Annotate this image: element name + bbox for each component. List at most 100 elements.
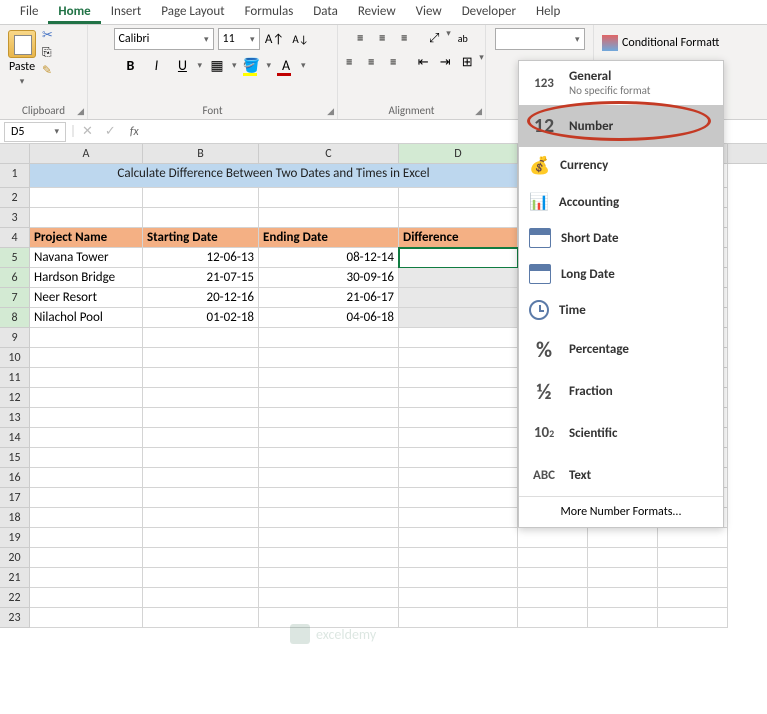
cell[interactable]	[143, 348, 259, 368]
wrap-text-button[interactable]: ab	[453, 28, 473, 48]
fill-color-button[interactable]: 🪣	[241, 54, 263, 76]
row-header[interactable]: 19	[0, 528, 30, 548]
data-cell[interactable]	[399, 308, 518, 328]
cell[interactable]	[143, 528, 259, 548]
data-cell[interactable]: Neer Resort	[30, 288, 143, 308]
cell[interactable]	[259, 508, 399, 528]
row-header[interactable]: 10	[0, 348, 30, 368]
row-header[interactable]: 15	[0, 448, 30, 468]
cell[interactable]	[259, 448, 399, 468]
border-button[interactable]: ▦	[206, 54, 228, 76]
cell[interactable]	[518, 608, 588, 628]
row-header[interactable]: 14	[0, 428, 30, 448]
data-cell[interactable]: 08-12-14	[259, 248, 399, 268]
tab-review[interactable]: Review	[348, 0, 406, 24]
data-cell[interactable]: Hardson Bridge	[30, 268, 143, 288]
row-header[interactable]: 13	[0, 408, 30, 428]
cell[interactable]	[259, 468, 399, 488]
cell[interactable]	[399, 568, 518, 588]
cell[interactable]	[143, 448, 259, 468]
more-formats-link[interactable]: More Number Formats...	[519, 496, 723, 527]
cancel-icon[interactable]: ✕	[76, 124, 99, 139]
cut-icon[interactable]: ✂	[42, 28, 53, 43]
cell[interactable]	[588, 528, 658, 548]
cell[interactable]	[143, 328, 259, 348]
copy-icon[interactable]: ⎘	[42, 46, 53, 60]
cell[interactable]	[588, 588, 658, 608]
format-option-scientific[interactable]: 102Scientific	[519, 412, 723, 454]
tab-view[interactable]: View	[406, 0, 452, 24]
row-header[interactable]: 3	[0, 208, 30, 228]
tab-developer[interactable]: Developer	[452, 0, 526, 24]
align-middle-button[interactable]: ≡	[372, 28, 392, 48]
cell[interactable]	[588, 608, 658, 628]
cell[interactable]	[143, 368, 259, 388]
header-cell[interactable]: Starting Date	[143, 228, 259, 248]
data-cell[interactable]: 20-12-16	[143, 288, 259, 308]
tab-help[interactable]: Help	[526, 0, 570, 24]
data-cell[interactable]	[399, 268, 518, 288]
format-option-currency[interactable]: 💰Currency	[519, 147, 723, 184]
col-header-d[interactable]: D	[399, 144, 518, 163]
format-option-percentage[interactable]: %Percentage	[519, 328, 723, 370]
name-box[interactable]: D5 ▾	[4, 122, 66, 142]
cell[interactable]	[143, 588, 259, 608]
data-cell[interactable]: 21-06-17	[259, 288, 399, 308]
row-header[interactable]: 6	[0, 268, 30, 288]
cell[interactable]	[30, 448, 143, 468]
italic-button[interactable]: I	[145, 54, 167, 76]
cell[interactable]	[399, 408, 518, 428]
cell[interactable]	[30, 588, 143, 608]
cell[interactable]	[143, 468, 259, 488]
decrease-indent-button[interactable]: ⇤	[413, 52, 433, 72]
cell[interactable]	[259, 528, 399, 548]
cell[interactable]	[259, 488, 399, 508]
cell[interactable]	[259, 428, 399, 448]
cell[interactable]	[658, 588, 728, 608]
cell[interactable]	[143, 548, 259, 568]
row-header[interactable]: 20	[0, 548, 30, 568]
cell[interactable]	[30, 508, 143, 528]
format-option-time[interactable]: Time	[519, 292, 723, 328]
conditional-formatting-button[interactable]: Conditional Formatt	[602, 29, 719, 51]
cell[interactable]	[399, 528, 518, 548]
cell[interactable]	[658, 608, 728, 628]
orientation-button[interactable]: ⤢	[424, 28, 444, 48]
row-header[interactable]: 7	[0, 288, 30, 308]
format-painter-icon[interactable]: ✎	[42, 63, 53, 78]
data-cell[interactable]	[399, 288, 518, 308]
tab-home[interactable]: Home	[48, 0, 100, 24]
row-header[interactable]: 4	[0, 228, 30, 248]
row-header[interactable]: 8	[0, 308, 30, 328]
format-option-text[interactable]: ABCText	[519, 454, 723, 496]
cell[interactable]	[259, 188, 399, 208]
align-top-button[interactable]: ≡	[350, 28, 370, 48]
cell[interactable]	[399, 368, 518, 388]
header-cell[interactable]: Project Name	[30, 228, 143, 248]
font-color-button[interactable]: A	[275, 54, 297, 76]
tab-pagelayout[interactable]: Page Layout	[151, 0, 234, 24]
format-option-short-date[interactable]: Short Date	[519, 220, 723, 256]
data-cell[interactable]: 12-06-13	[143, 248, 259, 268]
decrease-font-icon[interactable]: A↓	[290, 28, 312, 50]
cell[interactable]	[30, 428, 143, 448]
col-header-a[interactable]: A	[30, 144, 143, 163]
cell[interactable]	[30, 608, 143, 628]
cell[interactable]	[399, 508, 518, 528]
cell[interactable]	[518, 548, 588, 568]
underline-button[interactable]: U	[171, 54, 193, 76]
data-cell[interactable]: Nilachol Pool	[30, 308, 143, 328]
cell[interactable]	[30, 408, 143, 428]
row-header[interactable]: 9	[0, 328, 30, 348]
tab-insert[interactable]: Insert	[101, 0, 152, 24]
format-option-general[interactable]: 123GeneralNo specific format	[519, 61, 723, 105]
row-header[interactable]: 22	[0, 588, 30, 608]
data-cell[interactable]: Navana Tower	[30, 248, 143, 268]
align-left-button[interactable]: ≡	[339, 52, 359, 72]
cell[interactable]	[658, 528, 728, 548]
data-cell[interactable]	[399, 248, 518, 268]
cell[interactable]	[30, 468, 143, 488]
cell[interactable]	[399, 548, 518, 568]
col-header-b[interactable]: B	[143, 144, 259, 163]
header-cell[interactable]: Ending Date	[259, 228, 399, 248]
